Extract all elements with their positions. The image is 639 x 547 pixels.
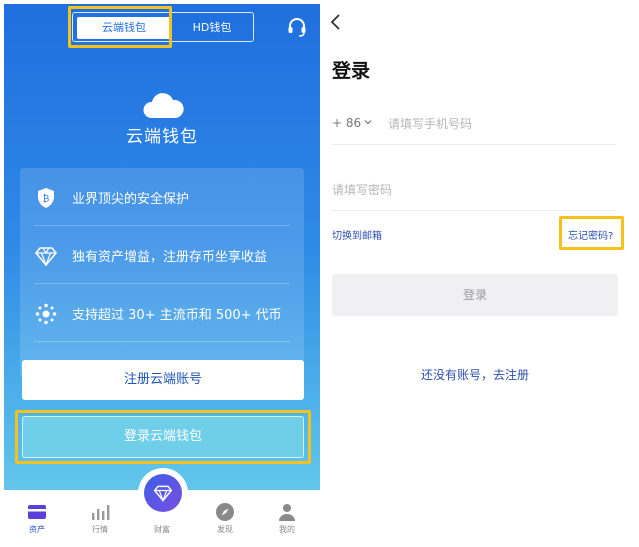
highlight-box-login xyxy=(15,410,311,464)
cloud-wallet-panel: 云端钱包 HD钱包 云端钱包 ₿ 业界顶尖的安全保护 独有资产增益，注册存币坐享… xyxy=(4,4,320,542)
nodes-icon xyxy=(35,303,57,325)
person-icon xyxy=(279,504,295,521)
feature-text: 业界顶尖的安全保护 xyxy=(72,192,190,207)
nav-label: 我的 xyxy=(279,525,295,534)
diamond-icon xyxy=(153,485,173,503)
switch-to-email-link[interactable]: 切换到邮箱 xyxy=(332,227,382,242)
signup-link[interactable]: 还没有账号，去注册 xyxy=(320,366,630,383)
nav-item-discover[interactable]: 发现 xyxy=(198,490,252,542)
wealth-center-button-inner[interactable] xyxy=(144,474,182,512)
nav-item-market[interactable]: 行情 xyxy=(73,490,127,542)
bar-chart-icon xyxy=(92,505,110,520)
highlight-box-forgot xyxy=(559,216,624,250)
headset-icon[interactable] xyxy=(286,16,308,38)
feature-item-yield: 独有资产增益，注册存币坐享收益 xyxy=(20,226,304,284)
page-title: 登录 xyxy=(332,60,371,82)
feature-card: ₿ 业界顶尖的安全保护 独有资产增益，注册存币坐享收益 支持超过 30+ 主流币… xyxy=(20,168,304,378)
phone-input[interactable] xyxy=(388,112,620,136)
shield-icon: ₿ xyxy=(38,188,54,208)
chevron-down-icon[interactable] xyxy=(364,118,372,126)
password-input[interactable] xyxy=(332,178,616,202)
country-code-selector[interactable]: + 86 xyxy=(332,116,361,130)
feature-text: 支持超过 30+ 主流币和 500+ 代币 xyxy=(72,308,282,323)
compass-icon xyxy=(216,503,234,521)
cloud-icon xyxy=(143,93,184,118)
register-cloud-account-button[interactable]: 注册云端账号 xyxy=(22,360,304,400)
divider xyxy=(332,210,616,211)
nav-label: 发现 xyxy=(217,525,233,534)
nav-item-me[interactable]: 我的 xyxy=(260,490,314,542)
back-arrow-icon[interactable] xyxy=(328,12,344,32)
nav-label: 资产 xyxy=(29,525,45,534)
brand-title: 云端钱包 xyxy=(126,127,198,147)
login-button[interactable]: 登录 xyxy=(332,274,618,316)
highlight-box-tabs xyxy=(68,6,172,48)
divider xyxy=(332,144,616,145)
diamond-icon xyxy=(34,247,58,267)
svg-text:₿: ₿ xyxy=(43,194,50,205)
nav-label: 财富 xyxy=(154,525,170,534)
login-panel: 登录 + 86 切换到邮箱 忘记密码? 登录 还没有账号，去注册 xyxy=(320,4,635,542)
nav-item-assets[interactable]: 资产 xyxy=(10,490,64,542)
feature-item-tokens: 支持超过 30+ 主流币和 500+ 代币 xyxy=(20,284,304,342)
divider xyxy=(34,341,290,342)
feature-item-security: ₿ 业界顶尖的安全保护 xyxy=(20,168,304,226)
tab-hd-wallet[interactable]: HD钱包 xyxy=(173,17,251,39)
feature-text: 独有资产增益，注册存币坐享收益 xyxy=(72,250,268,265)
wallet-icon xyxy=(28,505,46,519)
nav-label: 行情 xyxy=(92,525,108,534)
